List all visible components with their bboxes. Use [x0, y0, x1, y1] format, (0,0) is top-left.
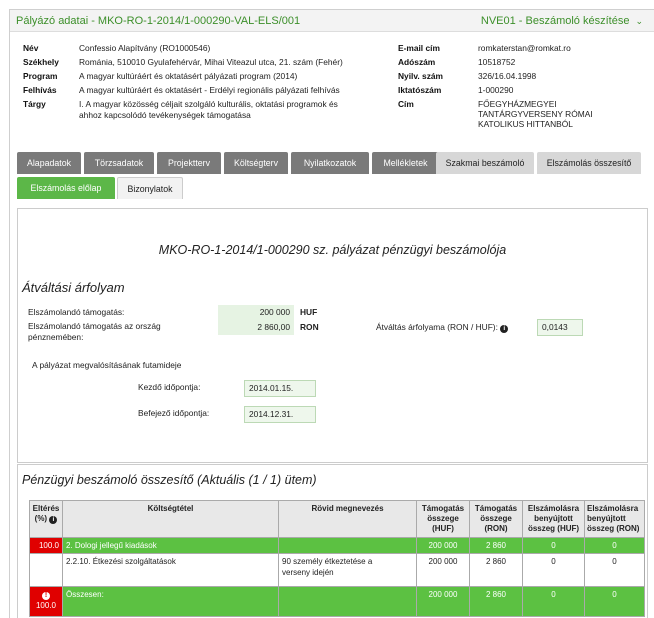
support-local-value: 2 860,00	[218, 320, 294, 335]
application-frame: Pályázó adatai - MKO-RO-1-2014/1-000290-…	[9, 9, 654, 618]
table-row[interactable]: 2.2.10. Étkezési szolgáltatások 90 szemé…	[29, 553, 645, 587]
financial-report-panel: MKO-RO-1-2014/1-000290 sz. pályázat pénz…	[17, 208, 648, 463]
alert-icon[interactable]: !	[42, 592, 50, 600]
support-ron-cell: 2 860	[469, 553, 523, 587]
claimed-ron-cell: 0	[584, 537, 645, 554]
col-diff[interactable]: Eltérés (%) i	[29, 500, 63, 538]
claimed-huf-cell: 0	[522, 537, 585, 554]
end-label: Befejező időpontja:	[138, 408, 210, 418]
support-value: 200 000	[218, 305, 294, 320]
registry-number-value: 326/16.04.1998	[478, 71, 537, 81]
status-dropdown[interactable]: NVE01 - Beszámoló készítése ⌄	[481, 15, 643, 27]
claimed-huf-cell: 0	[522, 586, 585, 617]
support-local-label-line2: pénznemében:	[28, 332, 84, 342]
col-support-huf[interactable]: Támogatás összege (HUF)	[416, 500, 470, 538]
status-label: NVE01 - Beszámoló készítése	[480, 15, 630, 27]
tab-declarations[interactable]: Nyilatkozatok	[291, 152, 369, 174]
diff-cell: 100.0	[29, 537, 63, 554]
email-label: E-mail cím	[398, 43, 440, 53]
file-number-label: Iktatószám	[398, 85, 442, 95]
rate-input[interactable]: 0,0143	[537, 319, 583, 336]
table-row[interactable]: 100.0 2. Dologi jellegű kiadások 200 000…	[29, 537, 645, 554]
support-unit: HUF	[300, 307, 318, 317]
support-local-unit: RON	[300, 322, 319, 332]
rate-label-wrap: Átváltás árfolyama (RON / HUF): i	[376, 322, 509, 333]
subject-value-line2: ahhoz kapcsolódó tevékenységek támogatás…	[79, 110, 251, 120]
period-label: A pályázat megvalósításának futamideje	[32, 360, 182, 370]
support-local-label-line1: Elszámolandó támogatás az ország	[28, 321, 161, 331]
chevron-down-icon[interactable]: ⌄	[635, 16, 643, 26]
support-ron-cell: 2 860	[469, 537, 523, 554]
name-value: Confessio Alapítvány (RO1000546)	[79, 43, 211, 53]
table-header-row: Eltérés (%) i Költségtétel Rövid megneve…	[29, 500, 645, 538]
subtab-vouchers[interactable]: Bizonylatok	[117, 177, 183, 199]
program-value: A magyar kultúráért és oktatásért pályáz…	[79, 71, 298, 81]
applicant-title: Pályázó adatai - MKO-RO-1-2014/1-000290-…	[16, 15, 301, 27]
address-label: Cím	[398, 99, 414, 109]
cost-cell: 2. Dologi jellegű kiadások	[62, 537, 279, 554]
tab-professional-report[interactable]: Szakmai beszámoló	[436, 152, 534, 174]
email-value[interactable]: romkaterstan@romkat.ro	[478, 43, 571, 54]
support-label: Elszámolandó támogatás:	[28, 307, 125, 317]
col-claimed-ron[interactable]: Elszámolásra benyújtott összeg (RON)	[584, 500, 645, 538]
report-title: MKO-RO-1-2014/1-000290 sz. pályázat pénz…	[158, 243, 507, 257]
subject-value-line1: I. A magyar közösség céljait szolgáló ku…	[79, 99, 338, 109]
subject-label: Tárgy	[23, 99, 46, 109]
file-number-value: 1-000290	[478, 85, 514, 95]
cost-cell: Összesen:	[62, 586, 279, 617]
exchange-rate-heading: Átváltási árfolyam	[22, 280, 125, 295]
seat-label: Székhely	[23, 57, 59, 67]
summary-table: Eltérés (%) i Költségtétel Rövid megneve…	[29, 500, 645, 617]
claimed-ron-cell: 0	[584, 553, 645, 587]
start-label: Kezdő időpontja:	[138, 382, 201, 392]
short-cell	[278, 586, 417, 617]
subtab-settlement-cover[interactable]: Elszámolás előlap	[17, 177, 115, 199]
support-huf-cell: 200 000	[416, 553, 470, 587]
info-icon[interactable]: i	[49, 516, 58, 524]
applicant-info-right: E-mail cím romkaterstan@romkat.ro Adószá…	[398, 43, 648, 143]
tab-project-plan[interactable]: Projektterv	[157, 152, 221, 174]
applicant-info-left: Név Confessio Alapítvány (RO1000546) Szé…	[23, 43, 403, 143]
diff-cell	[29, 553, 63, 587]
program-label: Program	[23, 71, 58, 81]
name-label: Név	[23, 43, 39, 53]
support-huf-cell: 200 000	[416, 586, 470, 617]
cost-cell: 2.2.10. Étkezési szolgáltatások	[62, 553, 279, 587]
start-date-input[interactable]: 2014.01.15.	[244, 380, 316, 397]
tab-basic-data[interactable]: Alapadatok	[17, 152, 81, 174]
col-cost-item[interactable]: Költségtétel	[62, 500, 279, 538]
tax-number-value: 10518752	[478, 57, 516, 67]
registry-number-label: Nyilv. szám	[398, 71, 443, 81]
diff-cell: ! 100.0	[29, 586, 63, 617]
financial-summary-panel: Pénzügyi beszámoló összesítő (Aktuális (…	[17, 464, 648, 618]
rate-label: Átváltás árfolyama (RON / HUF):	[376, 322, 498, 332]
info-icon[interactable]: i	[500, 325, 509, 333]
call-label: Felhívás	[23, 85, 57, 95]
claimed-huf-cell: 0	[522, 553, 585, 587]
summary-title: Pénzügyi beszámoló összesítő (Aktuális (…	[22, 473, 317, 487]
tab-attachments[interactable]: Mellékletek	[372, 152, 439, 174]
short-cell: 90 személy étkeztetése a verseny idején	[278, 553, 417, 587]
tab-master-data[interactable]: Törzsadatok	[84, 152, 154, 174]
call-value: A magyar kultúráért és oktatásért - Erdé…	[79, 85, 340, 95]
support-ron-cell: 2 860	[469, 586, 523, 617]
applicant-header[interactable]: Pályázó adatai - MKO-RO-1-2014/1-000290-…	[10, 10, 654, 32]
total-row[interactable]: ! 100.0 Összesen: 200 000 2 860 0 0	[29, 586, 645, 617]
col-claimed-huf[interactable]: Elszámolásra benyújtott összeg (HUF)	[522, 500, 585, 538]
address-line3: KATOLIKUS HITTANBÓL	[478, 119, 573, 129]
tax-number-label: Adószám	[398, 57, 436, 67]
col-short-name[interactable]: Rövid megnevezés	[278, 500, 417, 538]
support-huf-cell: 200 000	[416, 537, 470, 554]
end-date-input[interactable]: 2014.12.31.	[244, 406, 316, 423]
tab-cost-plan[interactable]: Költségterv	[224, 152, 288, 174]
short-cell	[278, 537, 417, 554]
tab-settlement-summary[interactable]: Elszámolás összesítő	[537, 152, 641, 174]
col-support-ron[interactable]: Támogatás összege (RON)	[469, 500, 523, 538]
seat-value: Románia, 510010 Gyulafehérvár, Mihai Vit…	[79, 57, 343, 67]
claimed-ron-cell: 0	[584, 586, 645, 617]
